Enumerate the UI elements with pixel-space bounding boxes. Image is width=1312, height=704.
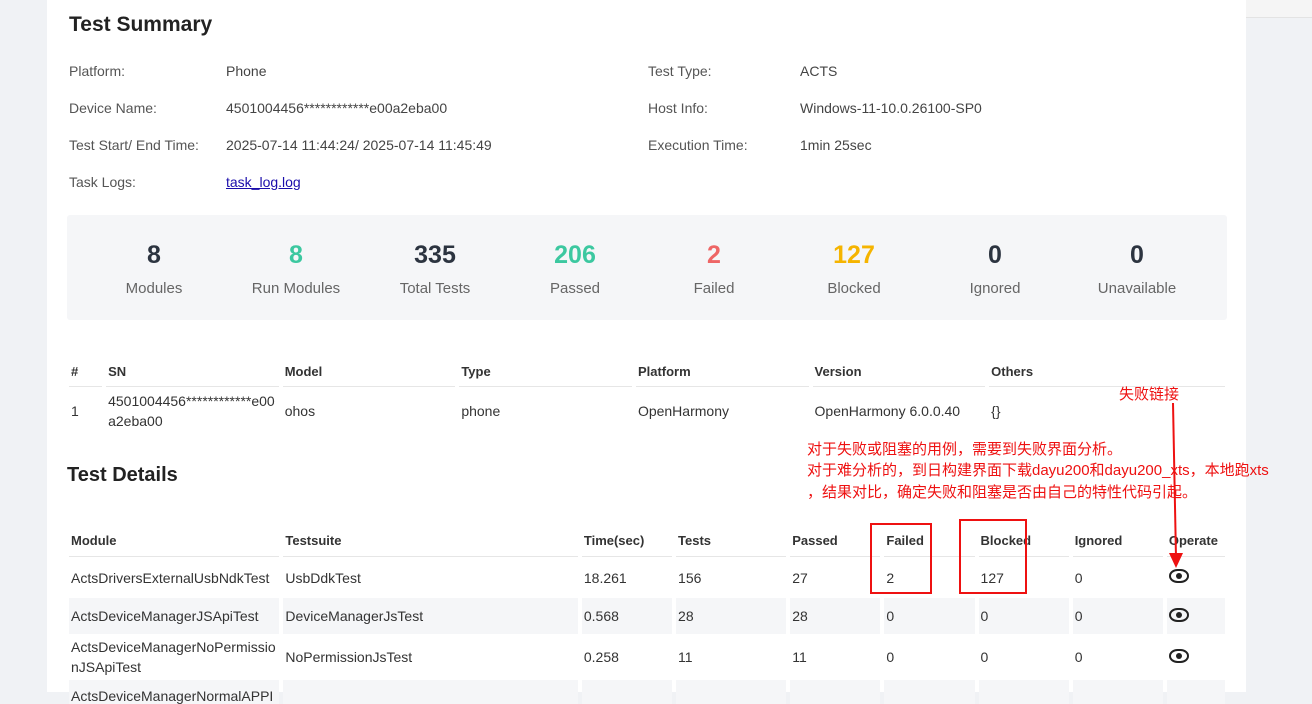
arrow-head [1169, 553, 1183, 568]
annotation-arrow [1169, 402, 1183, 568]
arrow-shaft [1172, 402, 1177, 559]
